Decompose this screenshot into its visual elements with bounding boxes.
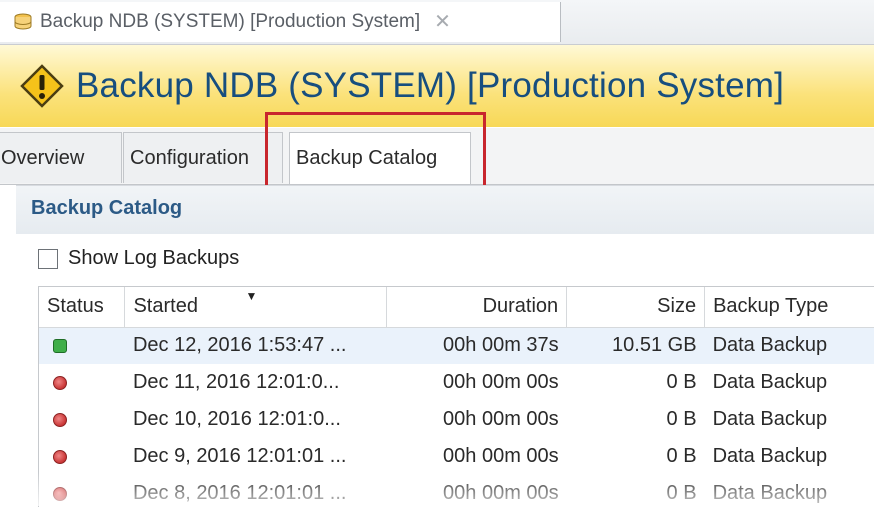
backup-catalog-panel: Backup Catalog Show Log Backups Status S…	[16, 185, 874, 507]
status-failed-icon	[53, 449, 67, 464]
tab-configuration[interactable]: Configuration	[123, 132, 283, 183]
table-row[interactable]: Dec 8, 2016 12:01:01 ... 00h 00m 00s 0 B…	[39, 475, 874, 507]
cell-size: 0 B	[666, 482, 697, 504]
table-row[interactable]: Dec 10, 2016 12:01:0... 00h 00m 00s 0 B …	[39, 401, 874, 438]
status-failed-icon	[53, 486, 67, 501]
cell-started: Dec 10, 2016 12:01:0...	[132, 408, 341, 430]
table-row[interactable]: Dec 11, 2016 12:01:0... 00h 00m 00s 0 B …	[39, 364, 874, 401]
cell-backup-type: Data Backup	[712, 408, 828, 430]
table-header-row: Status Started ▼ Duration Size Backup Ty…	[39, 287, 874, 328]
cell-duration: 00h 00m 00s	[443, 445, 559, 467]
cell-size: 0 B	[666, 445, 697, 467]
page-title: Backup NDB (SYSTEM) [Production System]	[76, 66, 785, 105]
show-log-backups-checkbox[interactable]	[38, 248, 58, 269]
backup-catalog-table: Status Started ▼ Duration Size Backup Ty…	[38, 286, 874, 507]
column-header-size[interactable]: Size	[566, 287, 706, 328]
column-header-backup-type[interactable]: Backup Type	[704, 287, 874, 328]
section-title: Backup Catalog	[31, 197, 183, 219]
sort-descending-icon: ▼	[245, 289, 258, 303]
cell-size: 0 B	[666, 371, 697, 393]
column-header-started[interactable]: Started ▼	[124, 287, 388, 328]
section-header: Backup Catalog	[16, 185, 874, 234]
cell-started: Dec 8, 2016 12:01:01 ...	[132, 482, 347, 504]
table-row[interactable]: Dec 9, 2016 12:01:01 ... 00h 00m 00s 0 B…	[39, 438, 874, 475]
close-icon[interactable]: ✕	[434, 12, 451, 32]
cell-size: 10.51 GB	[566, 327, 705, 364]
cell-duration: 00h 00m 00s	[443, 408, 559, 430]
editor-tab-title: Backup NDB (SYSTEM) [Production System]	[40, 11, 421, 32]
cell-duration: 00h 00m 37s	[386, 327, 567, 364]
cell-backup-type: Data Backup	[712, 445, 828, 467]
column-header-duration[interactable]: Duration	[386, 287, 568, 328]
tab-backup-catalog[interactable]: Backup Catalog	[289, 132, 471, 184]
show-log-backups-option[interactable]: Show Log Backups	[38, 247, 239, 270]
status-success-icon	[53, 338, 67, 353]
editor-tab-strip: Backup NDB (SYSTEM) [Production System] …	[0, 0, 874, 45]
cell-duration: 00h 00m 00s	[443, 482, 559, 504]
table-row[interactable]: Dec 12, 2016 1:53:47 ... 00h 00m 37s 10.…	[39, 327, 874, 364]
cell-started: Dec 11, 2016 12:01:0...	[132, 371, 340, 393]
editor-tab[interactable]: Backup NDB (SYSTEM) [Production System] …	[0, 2, 561, 42]
view-tab-bar: Overview Configuration Backup Catalog	[0, 128, 874, 185]
status-failed-icon	[53, 375, 67, 390]
cell-backup-type: Data Backup	[704, 327, 874, 364]
cell-started: Dec 9, 2016 12:01:01 ...	[132, 445, 347, 467]
cell-backup-type: Data Backup	[712, 482, 828, 504]
warning-icon	[20, 64, 64, 108]
column-header-started-label: Started	[133, 295, 198, 318]
database-icon	[14, 13, 32, 30]
show-log-backups-label: Show Log Backups	[68, 247, 240, 269]
column-header-status[interactable]: Status	[39, 287, 126, 328]
cell-backup-type: Data Backup	[712, 371, 828, 393]
status-failed-icon	[53, 412, 67, 427]
cell-duration: 00h 00m 00s	[443, 371, 559, 393]
tab-overview[interactable]: Overview	[0, 132, 122, 183]
title-banner: Backup NDB (SYSTEM) [Production System]	[0, 45, 874, 127]
cell-started: Dec 12, 2016 1:53:47 ...	[124, 327, 387, 364]
cell-size: 0 B	[666, 408, 697, 430]
